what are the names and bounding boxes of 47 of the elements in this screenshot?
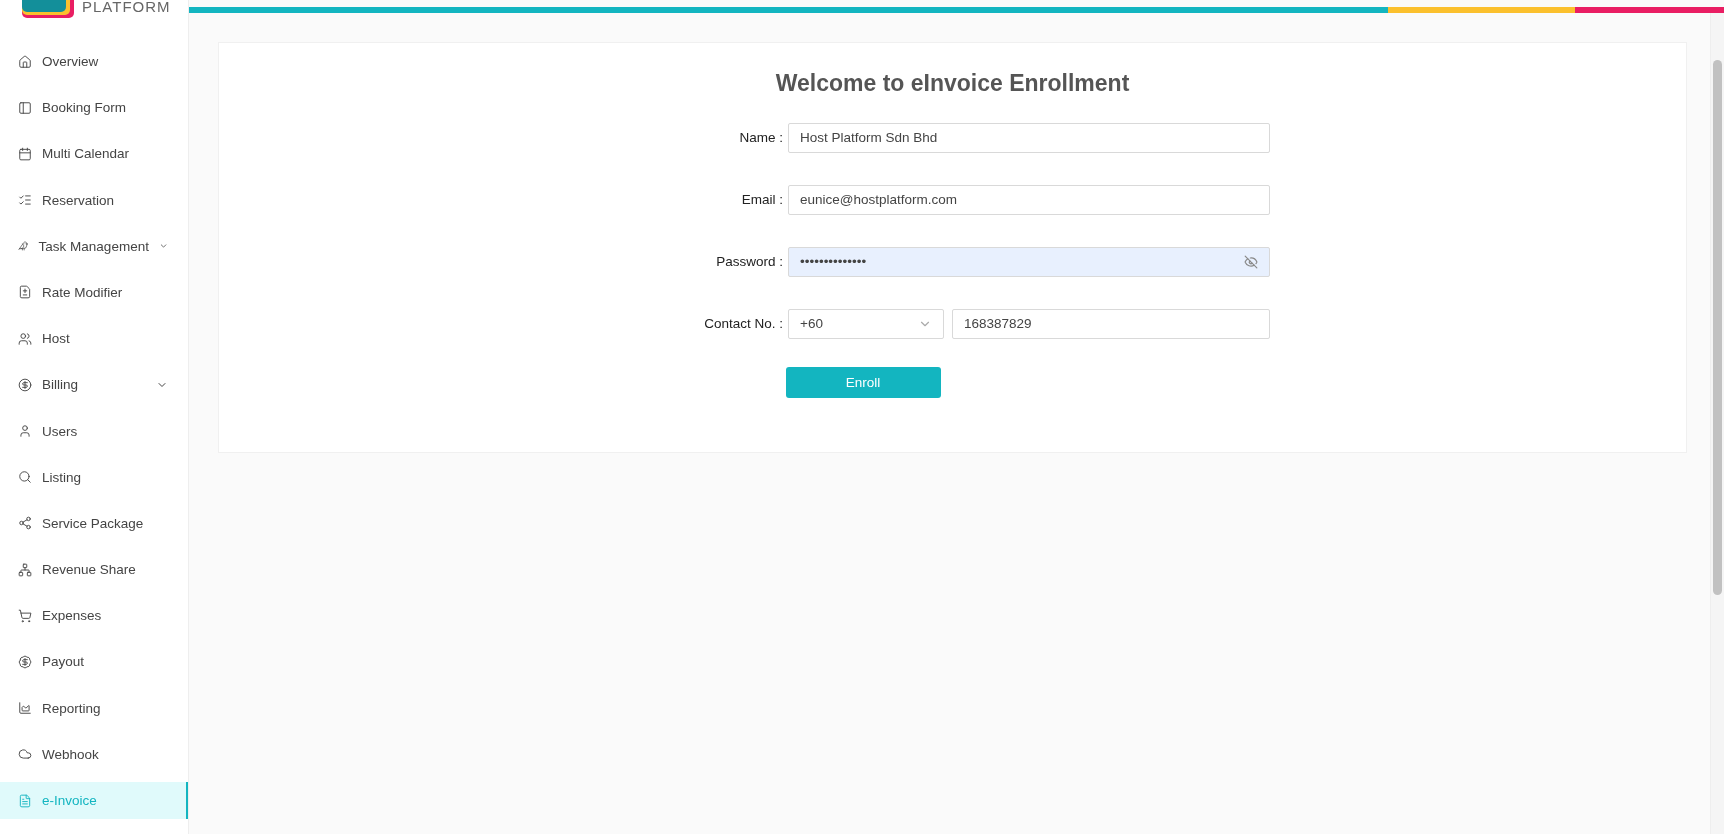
area-chart-icon xyxy=(18,701,32,716)
field-label: Email : xyxy=(740,192,783,207)
text-field[interactable]: Host Platform Sdn Bhd xyxy=(788,122,1270,153)
sidebar-item[interactable]: Host xyxy=(0,320,188,358)
cart-icon xyxy=(18,608,32,623)
sidebar-item[interactable]: Task Management xyxy=(0,227,188,265)
field-label: Name : xyxy=(738,130,783,145)
sidebar-item[interactable]: Revenue Share xyxy=(0,551,188,589)
field-label: Contact No. : xyxy=(703,316,783,331)
cloud-icon xyxy=(18,747,32,762)
user-icon xyxy=(18,424,32,438)
sidebar-item[interactable]: Service Package xyxy=(0,504,188,542)
sidebar-item[interactable]: Billing xyxy=(0,366,188,404)
sidebar-item[interactable]: Listing xyxy=(0,458,188,496)
sidebar-item[interactable]: Expenses xyxy=(0,597,188,635)
sidebar-item[interactable]: Multi Calendar xyxy=(0,135,188,173)
sidebar-item[interactable]: Rate Modifier xyxy=(0,273,188,311)
sidebar-item[interactable]: Payout xyxy=(0,643,188,681)
coin-icon xyxy=(18,377,32,392)
coin-badge-icon xyxy=(18,654,32,669)
sidebar-item[interactable]: Booking Form xyxy=(0,89,188,127)
list-icon xyxy=(18,193,32,208)
sidebar-item[interactable]: Reporting xyxy=(0,689,188,727)
text-field[interactable]: eunice@hostplatform.com xyxy=(788,184,1270,215)
sidebar-item[interactable]: Webhook xyxy=(0,735,188,773)
form-title: Welcome to eInvoice Enrollment xyxy=(775,70,1130,97)
sidebar-item[interactable]: Users xyxy=(0,412,188,450)
calendar-icon xyxy=(18,146,32,161)
document-icon xyxy=(18,285,32,300)
eye-off-icon[interactable] xyxy=(1244,254,1258,269)
phone-field[interactable]: 168387829 xyxy=(952,308,1270,339)
field-label: Password : xyxy=(715,254,783,269)
password-field[interactable]: •••••••••••••• xyxy=(788,246,1270,277)
sidebar-item[interactable]: Reservation xyxy=(0,181,188,219)
scrollbar[interactable] xyxy=(1710,13,1724,834)
search-icon xyxy=(18,470,32,485)
logo-icon xyxy=(22,0,74,18)
sidebar-item[interactable]: Overview xyxy=(0,43,188,80)
panel-icon xyxy=(18,100,32,115)
document-icon xyxy=(18,793,32,808)
home-icon xyxy=(18,54,32,69)
bird-icon xyxy=(18,239,29,254)
logo-text: PLATFORM xyxy=(82,0,171,14)
country-code-select[interactable]: +60 xyxy=(788,308,944,339)
network-icon xyxy=(18,562,32,577)
users-icon xyxy=(18,331,32,346)
share-icon xyxy=(18,516,32,531)
